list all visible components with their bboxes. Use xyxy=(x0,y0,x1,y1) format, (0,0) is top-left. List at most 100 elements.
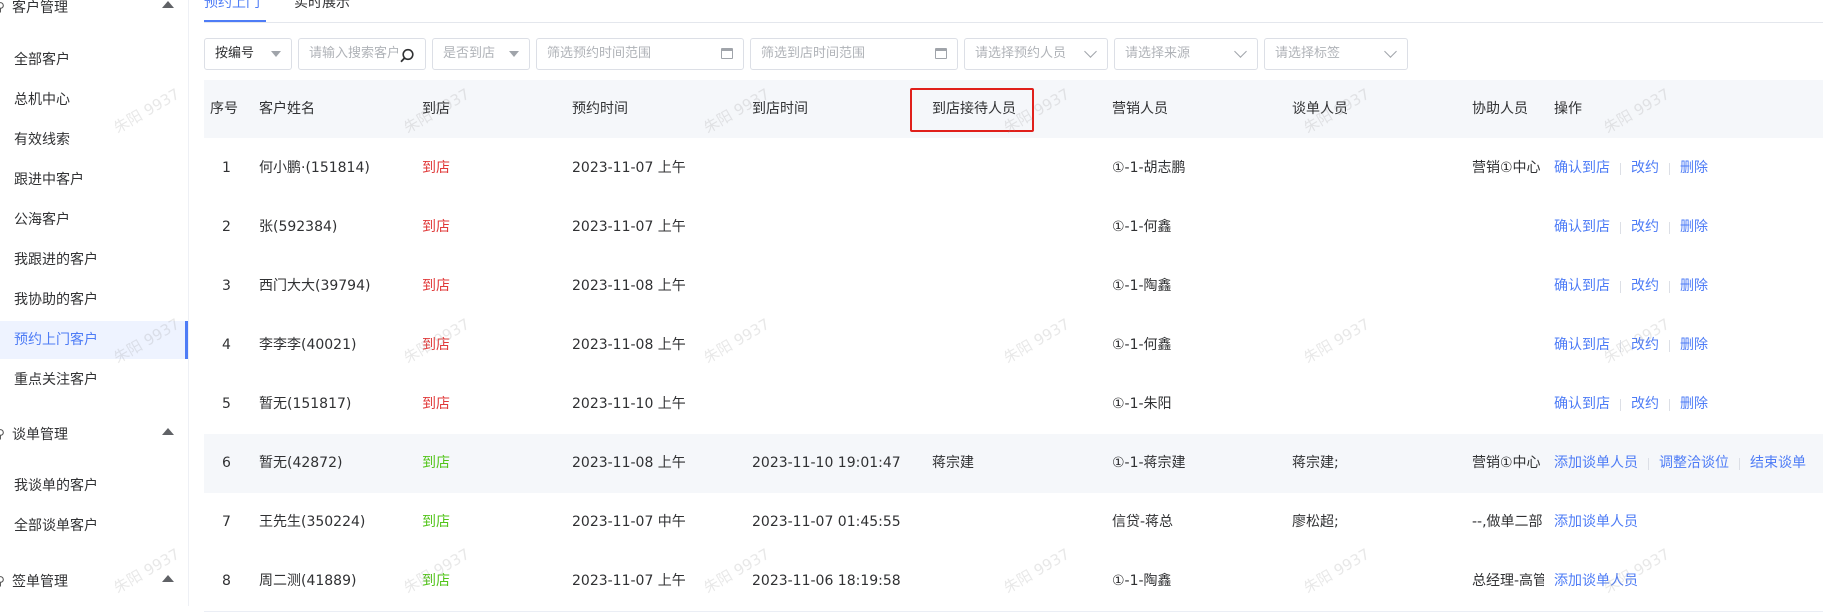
table-row: 8 周二测(41889) 已到店 2023-11-07 上午 2023-11-06 18… xyxy=(204,552,1823,612)
group-signing-management[interactable]: ⚲ 签单管理 xyxy=(0,566,188,596)
sidebar-item-appointment-visit[interactable]: 预约上门客户 xyxy=(0,321,188,359)
col-header-appt-time: 预约时间 xyxy=(572,101,628,117)
action-link[interactable]: 添加谈单人员 xyxy=(1554,455,1638,471)
calendar-icon xyxy=(721,48,733,59)
cell-sales: ①-1-陶鑫 xyxy=(1112,573,1172,589)
caret-down-icon xyxy=(271,51,281,57)
search-icon[interactable] xyxy=(399,46,415,76)
cell-appt: 2023-11-07 上午 xyxy=(572,219,686,235)
select-placeholder: 是否到店 xyxy=(443,46,496,61)
cell-sales: ①-1-朱阳 xyxy=(1112,396,1172,412)
action-divider xyxy=(1620,221,1621,234)
cell-negotiator: 廖松超; xyxy=(1292,514,1339,530)
table-row: 6 暂无(42872) 已到店 2023-11-08 上午 2023-11-10 19:… xyxy=(204,434,1823,494)
cell-assist: --,做单二部 xyxy=(1472,514,1543,530)
action-divider xyxy=(1669,339,1670,352)
source-select[interactable]: 请选择来源 xyxy=(1114,38,1258,70)
appointment-date-range[interactable]: 筛选预约时间范围 xyxy=(536,38,744,70)
cell-name: 暂无(151817) xyxy=(259,396,352,412)
search-placeholder: 请输入搜索客户 xyxy=(309,46,401,61)
cell-no: 3 xyxy=(222,278,231,294)
action-link[interactable]: 改约 xyxy=(1631,337,1659,353)
calendar-icon xyxy=(935,48,947,59)
action-divider xyxy=(1620,162,1621,175)
col-header-no: 序号 xyxy=(210,101,238,117)
cell-appt: 2023-11-08 上午 xyxy=(572,278,686,294)
action-link[interactable]: 调整洽谈位 xyxy=(1659,455,1729,471)
action-link[interactable]: 确认到店 xyxy=(1554,337,1610,353)
action-link[interactable]: 确认到店 xyxy=(1554,278,1610,294)
tab-live-display[interactable]: 实时展示 xyxy=(294,0,350,12)
col-header-arrived: 到店 xyxy=(422,101,450,117)
row-actions: 确认到店 改约 删除 xyxy=(1554,316,1708,375)
col-header-arrive-time: 到店时间 xyxy=(752,101,808,117)
sidebar-item-my-negotiations[interactable]: 我谈单的客户 xyxy=(0,467,188,505)
sidebar-item-valid-leads[interactable]: 有效线索 xyxy=(0,121,188,159)
action-link[interactable]: 确认到店 xyxy=(1554,396,1610,412)
filter-arrived-select[interactable]: 是否到店 xyxy=(432,38,530,70)
select-placeholder: 请选择标签 xyxy=(1275,46,1341,61)
sidebar-item-label: 总机中心 xyxy=(14,92,70,108)
cell-assist xyxy=(1472,257,1544,316)
action-link[interactable]: 确认到店 xyxy=(1554,219,1610,235)
cell-name: 王先生(350224) xyxy=(259,514,366,530)
sidebar-item-following[interactable]: 跟进中客户 xyxy=(0,161,188,199)
arrival-date-range[interactable]: 筛选到店时间范围 xyxy=(750,38,958,70)
sidebar-item-label: 跟进中客户 xyxy=(14,172,84,188)
col-header-assist: 协助人员 xyxy=(1472,101,1528,117)
search-input[interactable]: 请输入搜索客户 xyxy=(298,38,426,70)
filter-by-number-select[interactable]: 按编号 xyxy=(204,38,292,70)
sidebar-item-all-customers[interactable]: 全部客户 xyxy=(0,41,188,79)
action-link[interactable]: 添加谈单人员 xyxy=(1554,573,1638,589)
action-link[interactable]: 删除 xyxy=(1680,396,1708,412)
tab-bar: 预约上门 实时展示 xyxy=(204,0,1823,23)
row-actions: 添加谈单人员 调整洽谈位 结束谈单 xyxy=(1554,434,1806,493)
action-divider xyxy=(1669,398,1670,411)
sidebar-item-public-pool[interactable]: 公海客户 xyxy=(0,201,188,239)
sidebar-item-switchboard[interactable]: 总机中心 xyxy=(0,81,188,119)
cell-no: 7 xyxy=(222,514,231,530)
sidebar-item-my-assisted[interactable]: 我协助的客户 xyxy=(0,281,188,319)
action-link[interactable]: 改约 xyxy=(1631,160,1659,176)
highlight-annotation-box xyxy=(910,88,1034,132)
sidebar-item-my-followed[interactable]: 我跟进的客户 xyxy=(0,241,188,279)
action-divider xyxy=(1620,339,1621,352)
action-divider xyxy=(1620,398,1621,411)
group-label: 签单管理 xyxy=(12,574,68,590)
action-divider xyxy=(1669,162,1670,175)
action-link[interactable]: 删除 xyxy=(1680,160,1708,176)
cell-sales: 信贷-蒋总 xyxy=(1112,514,1174,530)
cell-assist xyxy=(1472,375,1544,434)
cell-appt: 2023-11-10 上午 xyxy=(572,396,686,412)
cell-no: 2 xyxy=(222,219,231,235)
table-row: 5 暂无(151817) 未到店 2023-11-10 上午 ①-1-朱阳 确认到店 改约 删… xyxy=(204,375,1823,435)
action-link[interactable]: 删除 xyxy=(1680,278,1708,294)
tab-appointment-visit[interactable]: 预约上门 xyxy=(204,0,260,12)
action-link[interactable]: 删除 xyxy=(1680,219,1708,235)
action-link[interactable]: 删除 xyxy=(1680,337,1708,353)
cell-arrive: 2023-11-07 01:45:55 xyxy=(752,514,901,530)
action-link[interactable]: 确认到店 xyxy=(1554,160,1610,176)
action-link[interactable]: 改约 xyxy=(1631,396,1659,412)
sidebar-item-key-focus[interactable]: 重点关注客户 xyxy=(0,361,188,399)
cell-appt: 2023-11-07 上午 xyxy=(572,160,686,176)
action-link[interactable]: 改约 xyxy=(1631,219,1659,235)
sidebar-item-all-negotiations[interactable]: 全部谈单客户 xyxy=(0,507,188,545)
action-link[interactable]: 改约 xyxy=(1631,278,1659,294)
row-actions: 添加谈单人员 xyxy=(1554,552,1638,611)
cell-name: 何小鹏·(151814) xyxy=(259,160,370,176)
sidebar-item-label: 有效线索 xyxy=(14,132,70,148)
group-negotiation-management[interactable]: ⚲ 谈单管理 xyxy=(0,419,188,449)
action-link[interactable]: 结束谈单 xyxy=(1750,455,1806,471)
group-customer-management[interactable]: ⚲ 客户管理 xyxy=(0,0,188,22)
cell-sales: ①-1-胡志鹏 xyxy=(1112,160,1186,176)
appointment-person-select[interactable]: 请选择预约人员 xyxy=(964,38,1108,70)
sidebar-item-label: 我谈单的客户 xyxy=(14,478,98,494)
chevron-down-icon xyxy=(1084,45,1097,58)
tag-select[interactable]: 请选择标签 xyxy=(1264,38,1408,70)
cell-appt: 2023-11-07 中午 xyxy=(572,514,686,530)
cell-arrive: 2023-11-10 19:01:47 xyxy=(752,455,901,471)
row-actions: 确认到店 改约 删除 xyxy=(1554,375,1708,434)
cell-status: 未到店 xyxy=(422,278,450,294)
action-link[interactable]: 添加谈单人员 xyxy=(1554,514,1638,530)
